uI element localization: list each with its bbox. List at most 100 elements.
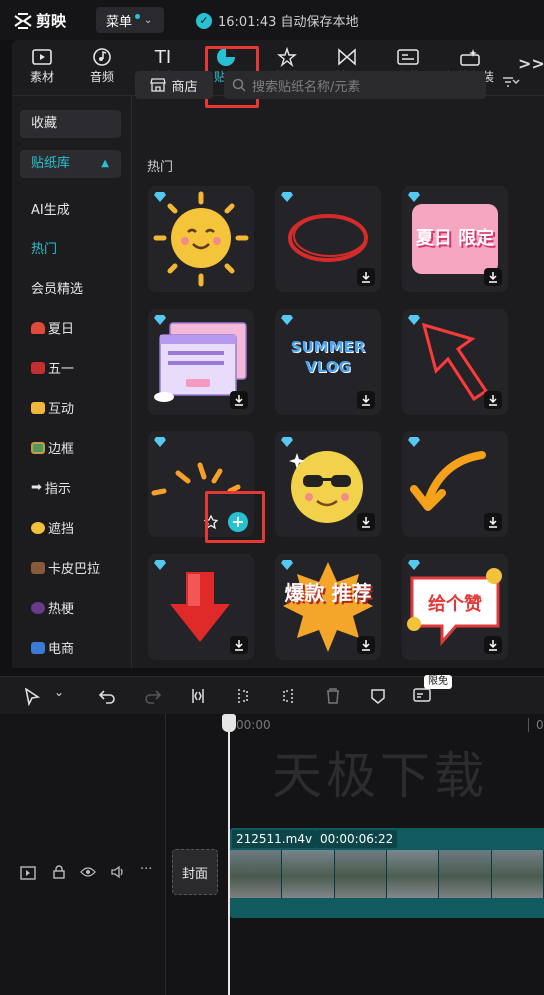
sidebar-item-summer[interactable]: 夏日 bbox=[31, 318, 74, 337]
sunglasses-face-icon bbox=[31, 521, 45, 534]
trim-right-icon[interactable] bbox=[280, 688, 296, 704]
sidebar-item-label: 电商 bbox=[48, 642, 75, 657]
download-icon bbox=[362, 517, 370, 528]
download-button[interactable] bbox=[484, 391, 502, 409]
notification-dot bbox=[135, 13, 141, 19]
sticker-yellow-arrow[interactable] bbox=[402, 431, 508, 537]
clip-frame bbox=[491, 850, 544, 898]
download-button[interactable] bbox=[230, 636, 248, 654]
download-button[interactable] bbox=[230, 391, 248, 409]
meme-icon bbox=[31, 601, 45, 614]
sticker-sidebar: 收藏 贴纸库 ▲ AI生成 热门 会员精选 夏日 五一 互动 边框 ➡ 指示 遮挡… bbox=[12, 96, 132, 668]
save-status-text: 16:01:43 自动保存本地 bbox=[218, 15, 359, 30]
filter-button[interactable] bbox=[502, 76, 524, 91]
marker-icon[interactable] bbox=[370, 688, 386, 704]
download-icon bbox=[489, 395, 497, 406]
download-button[interactable] bbox=[357, 513, 375, 531]
section-title: 热门 bbox=[147, 160, 174, 175]
sidebar-item-library[interactable]: 贴纸库 ▲ bbox=[20, 150, 121, 178]
download-button[interactable] bbox=[357, 391, 375, 409]
sidebar-item-interact[interactable]: 互动 bbox=[31, 398, 74, 417]
capcut-logo-icon bbox=[14, 12, 32, 29]
diamond-icon bbox=[281, 437, 293, 447]
sidebar-item-hot[interactable]: 热门 bbox=[31, 238, 57, 257]
trim-left-icon[interactable] bbox=[235, 688, 251, 704]
sticker-cool-emoji[interactable] bbox=[275, 431, 381, 537]
sidebar-item-label: 遮挡 bbox=[48, 522, 75, 537]
sidebar-item-pointer[interactable]: ➡ 指示 bbox=[31, 478, 71, 497]
menu-button[interactable]: 菜单 ⌄ bbox=[96, 7, 164, 33]
split-icon[interactable] bbox=[190, 688, 206, 704]
sidebar-item-mayday[interactable]: 五一 bbox=[31, 358, 74, 377]
subtitle-icon bbox=[397, 49, 419, 65]
lock-icon[interactable] bbox=[52, 865, 66, 879]
hot-recommend-text: 爆款 推荐 bbox=[284, 581, 372, 605]
download-button[interactable] bbox=[357, 636, 375, 654]
tab-audio-label: 音频 bbox=[89, 70, 114, 84]
ruler-tick bbox=[528, 718, 529, 732]
playhead-handle[interactable] bbox=[222, 714, 236, 732]
sticker-red-circle[interactable] bbox=[275, 186, 381, 292]
summer-limited-text: 夏日 限定 bbox=[412, 204, 498, 274]
sticker-sun[interactable] bbox=[148, 186, 254, 292]
tab-media[interactable]: 素材 bbox=[14, 46, 70, 92]
eye-icon[interactable] bbox=[80, 866, 96, 878]
chevron-down-icon[interactable]: ⌄ bbox=[54, 685, 64, 699]
media-icon bbox=[32, 49, 52, 65]
sidebar-item-label: 热门 bbox=[31, 242, 58, 257]
transition-icon bbox=[338, 48, 356, 66]
download-button[interactable] bbox=[484, 513, 502, 531]
check-icon: ✓ bbox=[196, 12, 212, 29]
sidebar-item-label: 指示 bbox=[44, 482, 71, 497]
shop-label: 商店 bbox=[171, 79, 198, 95]
delete-icon[interactable] bbox=[325, 688, 341, 704]
cover-button[interactable]: 封面 bbox=[172, 849, 218, 895]
sticker-hot-recommend[interactable]: 爆款 推荐 bbox=[275, 554, 381, 660]
clip-frame bbox=[386, 850, 440, 898]
sidebar-item-capybara[interactable]: 卡皮巴拉 bbox=[31, 558, 100, 577]
select-cursor-icon[interactable] bbox=[24, 688, 40, 706]
sidebar-item-label: 五一 bbox=[48, 362, 75, 377]
diamond-icon bbox=[154, 560, 166, 570]
sidebar-item-ai[interactable]: AI生成 bbox=[31, 199, 70, 218]
tab-audio[interactable]: 音频 bbox=[74, 46, 130, 92]
clip-frame bbox=[439, 850, 492, 898]
undo-icon[interactable] bbox=[98, 688, 116, 704]
sticker-red-arrow[interactable] bbox=[402, 309, 508, 415]
redo-icon[interactable] bbox=[144, 688, 162, 704]
library-label: 贴纸库 bbox=[31, 156, 71, 171]
diamond-icon bbox=[154, 437, 166, 447]
download-button[interactable] bbox=[484, 636, 502, 654]
sticker-down-arrow[interactable] bbox=[148, 554, 254, 660]
sticker-summer-limited[interactable]: 夏日 限定 bbox=[402, 186, 508, 292]
more-options-icon[interactable]: ··· bbox=[140, 862, 152, 877]
summer-vlog-text: SUMMER VLOG bbox=[290, 338, 366, 376]
clip-frame bbox=[282, 850, 335, 898]
download-button[interactable] bbox=[484, 268, 502, 286]
sticker-summer-vlog[interactable]: SUMMER VLOG bbox=[275, 309, 381, 415]
ai-subtitle-icon[interactable] bbox=[413, 688, 431, 704]
download-icon bbox=[489, 640, 497, 651]
diamond-icon bbox=[154, 315, 166, 325]
playhead-line[interactable] bbox=[228, 714, 230, 995]
more-tabs-button[interactable]: >> bbox=[518, 54, 544, 73]
sticker-like-bubble[interactable]: 给个赞 bbox=[402, 554, 508, 660]
track-video-icon[interactable] bbox=[20, 866, 36, 880]
search-input[interactable]: 搜索贴纸名称/元素 bbox=[224, 71, 486, 99]
sidebar-item-favorites[interactable]: 收藏 bbox=[20, 110, 121, 138]
sidebar-item-ecommerce[interactable]: 电商 bbox=[31, 638, 74, 657]
sidebar-item-cover[interactable]: 遮挡 bbox=[31, 518, 74, 537]
free-badge: 限免 bbox=[424, 675, 452, 689]
shop-button[interactable]: 商店 bbox=[135, 71, 213, 99]
volume-icon[interactable] bbox=[110, 865, 126, 879]
watermark-text: 天极下载 bbox=[272, 747, 488, 805]
sidebar-item-frame[interactable]: 边框 bbox=[31, 438, 74, 457]
search-placeholder: 搜索贴纸名称/元素 bbox=[252, 79, 361, 95]
download-button[interactable] bbox=[357, 268, 375, 286]
sidebar-item-label: 会员精选 bbox=[31, 282, 84, 297]
sidebar-item-vip[interactable]: 会员精选 bbox=[31, 278, 83, 297]
video-clip[interactable]: 212511.m4v 00:00:06:22 bbox=[230, 828, 544, 918]
sticker-windows-popup[interactable] bbox=[148, 309, 254, 415]
text-icon: TI bbox=[154, 46, 172, 68]
sidebar-item-meme[interactable]: 热梗 bbox=[31, 598, 74, 617]
